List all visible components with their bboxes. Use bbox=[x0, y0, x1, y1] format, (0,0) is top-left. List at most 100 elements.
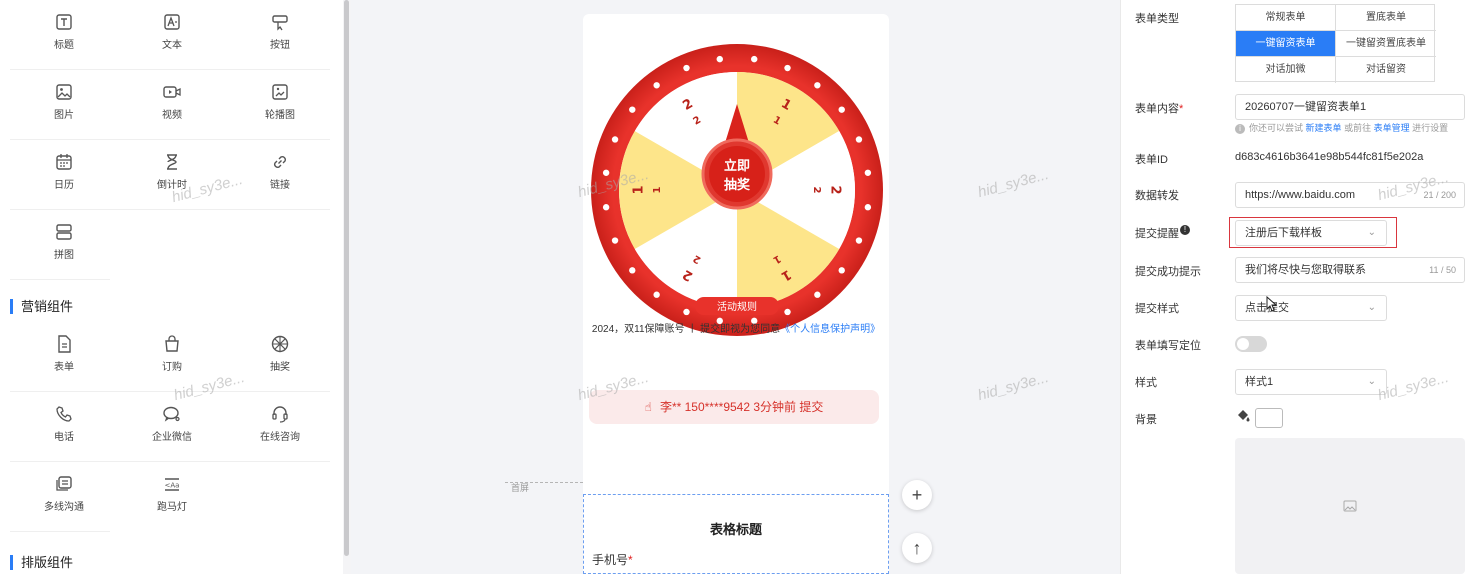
ticker-text: 李** 150****9542 3分钟前 提交 bbox=[659, 400, 824, 414]
component-button[interactable]: 按钮 bbox=[226, 0, 334, 70]
background-label: 背景 bbox=[1135, 414, 1157, 426]
component-text[interactable]: 文本 bbox=[118, 0, 226, 70]
success-tip-label: 提交成功提示 bbox=[1135, 266, 1201, 278]
char-count: 11 / 50 bbox=[1429, 265, 1456, 275]
form-content-label-text: 表单内容 bbox=[1135, 103, 1179, 115]
form-type-option[interactable]: 对话加微 bbox=[1236, 57, 1336, 83]
wheel-segment-label: 2 bbox=[828, 185, 843, 194]
new-form-link[interactable]: 新建表单 bbox=[1306, 123, 1342, 133]
component-label: 轮播图 bbox=[265, 110, 295, 121]
component-marquee[interactable]: <Aa 跑马灯 bbox=[118, 462, 226, 532]
watermark: hid_sy3e... bbox=[976, 165, 1051, 202]
component-row: 电话 企业微信 在线咨询 bbox=[10, 392, 330, 462]
required-mark: * bbox=[1179, 103, 1184, 115]
style-value: 样式1 bbox=[1245, 376, 1274, 388]
add-block-button[interactable]: + bbox=[902, 480, 932, 510]
phone-preview: 112211221122 立即 抽奖 活动规则 2024，双11保障账号 丨 提… bbox=[583, 14, 889, 494]
lottery-wheel[interactable]: 112211221 122 立即 抽奖 活动规则 bbox=[591, 44, 883, 336]
form-content-input[interactable]: 20260707一键留资表单1 bbox=[1235, 94, 1465, 120]
draw-line1: 立即 bbox=[724, 158, 750, 174]
form-type-option-active[interactable]: 一键留资表单 bbox=[1236, 31, 1336, 57]
wheel-segment-label: 2 bbox=[811, 187, 822, 194]
marquee-icon: <Aa bbox=[162, 474, 182, 494]
wheel-lamp-dot bbox=[855, 136, 863, 143]
component-title[interactable]: 标题 bbox=[10, 0, 118, 70]
draw-line2: 抽奖 bbox=[724, 177, 751, 193]
left-panel-scrollbar[interactable] bbox=[343, 0, 351, 574]
form-icon bbox=[54, 334, 74, 354]
hint-text: 进行设置 bbox=[1412, 123, 1449, 133]
privacy-link[interactable]: 《个人信息保护声明》 bbox=[780, 324, 880, 335]
component-label: 跑马灯 bbox=[157, 502, 187, 513]
component-label: 多线沟通 bbox=[44, 502, 84, 513]
component-row: 日历 倒计时 链接 bbox=[10, 140, 330, 210]
style-label: 样式 bbox=[1135, 377, 1157, 389]
wheel-lamp-dot bbox=[864, 204, 872, 211]
wheel-lamp-dot bbox=[751, 55, 758, 63]
component-puzzle[interactable]: 拼图 bbox=[10, 210, 118, 280]
component-image[interactable]: 图片 bbox=[10, 70, 118, 140]
wheel-lamp-dot bbox=[629, 267, 636, 274]
marketing-section-title: 营销组件 bbox=[10, 299, 73, 314]
component-link[interactable]: 链接 bbox=[226, 140, 334, 210]
component-calendar[interactable]: 日历 bbox=[10, 140, 118, 210]
highlight-box bbox=[1229, 217, 1397, 248]
form-type-label: 表单类型 bbox=[1135, 13, 1179, 25]
wheel-lamp-dot bbox=[855, 237, 863, 244]
scrollbar-thumb[interactable] bbox=[344, 0, 349, 556]
wheel-lamp-dot bbox=[683, 308, 690, 316]
form-type-option[interactable]: 置底表单 bbox=[1336, 5, 1436, 31]
wechat-work-icon bbox=[162, 404, 182, 424]
background-image-upload[interactable] bbox=[1235, 438, 1465, 574]
component-online-consult[interactable]: 在线咨询 bbox=[226, 392, 334, 462]
component-wechat-work[interactable]: 企业微信 bbox=[118, 392, 226, 462]
submit-style-select[interactable]: 点击提交⌄ bbox=[1235, 295, 1387, 321]
form-section[interactable]: 表格标题 手机号* bbox=[583, 494, 889, 574]
svg-text:<Aa: <Aa bbox=[165, 482, 180, 490]
component-label: 企业微信 bbox=[152, 432, 192, 443]
wheel-lamp-dot bbox=[653, 291, 660, 298]
component-row: 拼图 bbox=[10, 210, 330, 280]
form-id-value: d683c4616b3641e98b544fc81f5e202a bbox=[1235, 151, 1424, 163]
style-select[interactable]: 样式1 ⌄ bbox=[1235, 369, 1387, 395]
wheel-lamp-dot bbox=[611, 237, 619, 244]
mouse-cursor-icon bbox=[1266, 296, 1278, 312]
wheel-lamp-dot bbox=[784, 64, 791, 72]
basic-components-grid: 标题 文本 按钮 图片 视频 轮播图 日历 倒计时 链接 拼图 bbox=[10, 0, 330, 280]
chevron-down-icon: ⌄ bbox=[1367, 302, 1376, 313]
component-panel: 标题 文本 按钮 图片 视频 轮播图 日历 倒计时 链接 拼图 营销组件 表单 … bbox=[0, 0, 343, 574]
wheel-lamp-dot bbox=[814, 82, 821, 89]
wheel-lamp-dot bbox=[814, 291, 821, 298]
component-video[interactable]: 视频 bbox=[118, 70, 226, 140]
success-tip-input[interactable]: 我们将尽快与您取得联系 11 / 50 bbox=[1235, 257, 1465, 283]
component-label: 订购 bbox=[162, 362, 182, 373]
component-phone[interactable]: 电话 bbox=[10, 392, 118, 462]
form-manage-link[interactable]: 表单管理 bbox=[1374, 123, 1410, 133]
component-multi-line[interactable]: 多线沟通 bbox=[10, 462, 118, 532]
background-color-swatch[interactable] bbox=[1255, 408, 1283, 428]
component-label: 按钮 bbox=[270, 40, 290, 51]
component-carousel[interactable]: 轮播图 bbox=[226, 70, 334, 140]
paint-bucket-icon[interactable] bbox=[1235, 408, 1251, 424]
multi-line-chat-icon bbox=[54, 474, 74, 494]
form-type-option[interactable]: 一键留资置底表单 bbox=[1336, 31, 1436, 57]
form-type-option[interactable]: 对话留资 bbox=[1336, 57, 1436, 83]
scroll-up-button[interactable]: ↑ bbox=[902, 533, 932, 563]
required-mark: * bbox=[628, 553, 633, 567]
locate-toggle[interactable] bbox=[1235, 336, 1267, 352]
info-circle-icon[interactable]: ! bbox=[1180, 225, 1190, 235]
component-label: 日历 bbox=[54, 180, 74, 191]
submission-ticker: ☝ 李** 150****9542 3分钟前 提交 bbox=[589, 390, 879, 424]
component-label: 文本 bbox=[162, 40, 182, 51]
design-canvas: 112211221122 立即 抽奖 活动规则 2024，双11保障账号 丨 提… bbox=[170, 0, 1120, 574]
hand-icon: ☝ bbox=[644, 400, 652, 414]
watermark: hid_sy3e... bbox=[1376, 368, 1451, 405]
form-type-option[interactable]: 常规表单 bbox=[1236, 5, 1336, 31]
form-content-label: 表单内容* bbox=[1135, 100, 1183, 116]
forward-url-value: https://www.baidu.com bbox=[1245, 189, 1356, 201]
properties-panel: 表单类型 常规表单 置底表单 一键留资表单 一键留资置底表单 对话加微 对话留资… bbox=[1120, 0, 1465, 574]
video-icon bbox=[162, 82, 182, 102]
phone-icon bbox=[54, 404, 74, 424]
component-form[interactable]: 表单 bbox=[10, 322, 118, 392]
component-label: 标题 bbox=[54, 40, 74, 51]
